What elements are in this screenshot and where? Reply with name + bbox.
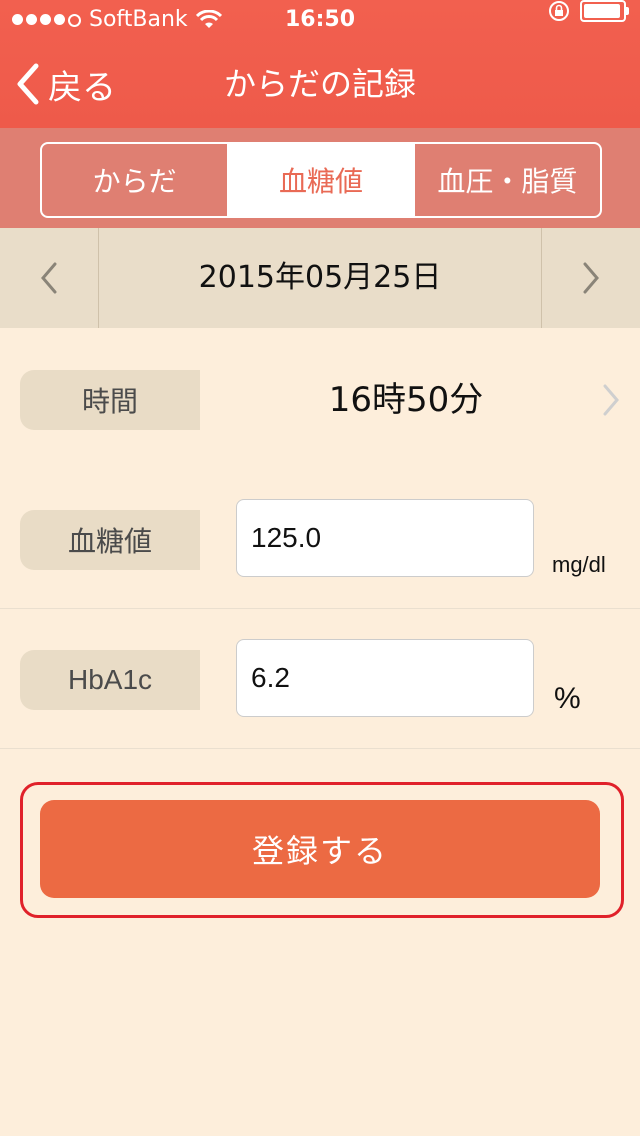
tab-blood-glucose[interactable]: 血糖値 [227, 144, 414, 216]
chevron-right-icon[interactable] [600, 383, 622, 417]
next-date-button[interactable] [541, 228, 640, 328]
glucose-input[interactable] [236, 499, 534, 577]
register-button[interactable]: 登録する [40, 800, 600, 898]
header: SoftBank 16:50 戻る からだの記録 [0, 0, 640, 128]
page-title: からだの記録 [223, 65, 416, 103]
hba1c-label: HbA1c [20, 650, 200, 710]
date-label[interactable]: 2015年05月25日 [100, 228, 540, 328]
tab-bar-area: からだ 血糖値 血圧・脂質 [0, 128, 640, 228]
divider [0, 608, 640, 609]
tab-body[interactable]: からだ [42, 144, 227, 216]
hba1c-unit: % [554, 682, 581, 715]
nav-bar: 戻る からだの記録 [0, 40, 640, 128]
previous-date-button[interactable] [0, 228, 99, 328]
chevron-right-icon [583, 262, 599, 294]
glucose-label: 血糖値 [20, 510, 200, 570]
battery-icon [580, 0, 629, 22]
glucose-unit: mg/dl [552, 552, 606, 577]
rotation-lock-icon [549, 1, 569, 21]
time-value[interactable]: 16時50分 [236, 370, 576, 430]
chevron-left-icon [41, 262, 57, 294]
hba1c-input[interactable] [236, 639, 534, 717]
divider [0, 748, 640, 749]
segmented-control: からだ 血糖値 血圧・脂質 [40, 142, 602, 218]
clock: 16:50 [284, 7, 356, 32]
time-label: 時間 [20, 370, 200, 430]
date-selector: 2015年05月25日 [0, 228, 640, 328]
status-bar: SoftBank 16:50 [0, 0, 640, 40]
tab-blood-pressure-lipid[interactable]: 血圧・脂質 [413, 144, 600, 216]
